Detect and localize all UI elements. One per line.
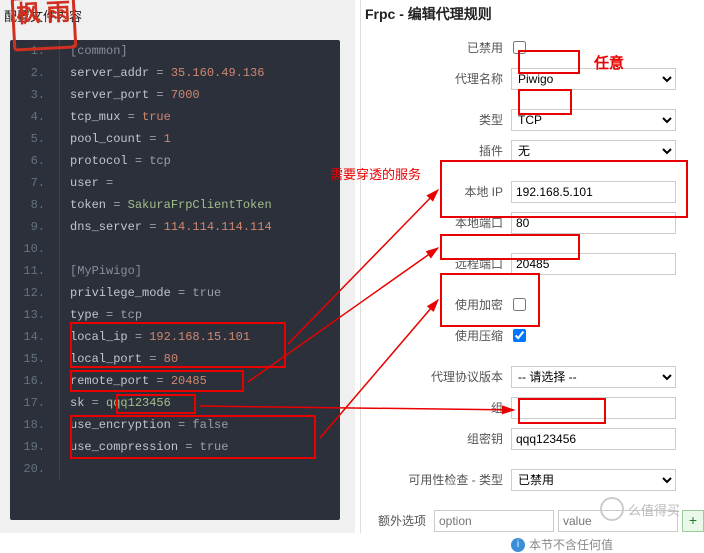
extra-opts-label: 额外选项	[361, 512, 434, 529]
editor-title: 配置文件内容	[0, 0, 355, 35]
code-line: 17.sk = qqq123456	[10, 392, 340, 414]
form-panel: Frpc - 编辑代理规则 已禁用 代理名称 Piwigo 类型 TCP 插件 …	[360, 0, 704, 533]
code-editor-panel: 配置文件内容 1.[common]2.server_addr = 35.160.…	[0, 0, 355, 533]
local-ip-label: 本地 IP	[361, 183, 511, 200]
extra-opt-key-input[interactable]	[434, 510, 554, 532]
code-line: 15.local_port = 80	[10, 348, 340, 370]
use-compression-label: 使用压缩	[361, 327, 511, 344]
info-icon: i	[511, 538, 525, 552]
remote-port-label: 远程端口	[361, 255, 511, 272]
extra-opt-val-input[interactable]	[558, 510, 678, 532]
group-key-label: 组密钥	[361, 430, 511, 447]
code-line: 7.user =	[10, 172, 340, 194]
code-line: 6.protocol = tcp	[10, 150, 340, 172]
proxy-name-select[interactable]: Piwigo	[511, 68, 676, 90]
disabled-label: 已禁用	[361, 39, 511, 56]
code-line: 20.	[10, 458, 340, 480]
code-line: 19.use_compression = true	[10, 436, 340, 458]
local-port-input[interactable]	[511, 212, 676, 234]
code-line: 16.remote_port = 20485	[10, 370, 340, 392]
code-line: 12.privilege_mode = true	[10, 282, 340, 304]
group-key-input[interactable]	[511, 428, 676, 450]
plugin-select[interactable]: 无	[511, 140, 676, 162]
code-line: 8.token = SakuraFrpClientToken	[10, 194, 340, 216]
extra-opt-add-button[interactable]: +	[682, 510, 704, 532]
local-ip-input[interactable]	[511, 181, 676, 203]
type-label: 类型	[361, 111, 511, 128]
health-check-label: 可用性检查 - 类型	[361, 471, 511, 488]
code-line: 10.	[10, 238, 340, 260]
empty-list-note: i 本节不含任何值	[511, 536, 704, 553]
disabled-checkbox[interactable]	[513, 41, 526, 54]
code-line: 13.type = tcp	[10, 304, 340, 326]
health-check-select[interactable]: 已禁用	[511, 469, 676, 491]
remote-port-input[interactable]	[511, 253, 676, 275]
code-line: 3.server_port = 7000	[10, 84, 340, 106]
use-encryption-label: 使用加密	[361, 296, 511, 313]
use-compression-checkbox[interactable]	[513, 329, 526, 342]
type-select[interactable]: TCP	[511, 109, 676, 131]
code-line: 5.pool_count = 1	[10, 128, 340, 150]
code-line: 1.[common]	[10, 40, 340, 62]
use-encryption-checkbox[interactable]	[513, 298, 526, 311]
plugin-label: 插件	[361, 142, 511, 159]
code-line: 18.use_encryption = false	[10, 414, 340, 436]
group-label: 组	[361, 399, 511, 416]
code-editor[interactable]: 1.[common]2.server_addr = 35.160.49.1363…	[10, 40, 340, 520]
code-line: 4.tcp_mux = true	[10, 106, 340, 128]
proxy-protocol-select[interactable]: -- 请选择 --	[511, 366, 676, 388]
code-line: 2.server_addr = 35.160.49.136	[10, 62, 340, 84]
proxy-name-label: 代理名称	[361, 70, 511, 87]
local-port-label: 本地端口	[361, 214, 511, 231]
form-title: Frpc - 编辑代理规则	[361, 0, 704, 32]
proxy-protocol-label: 代理协议版本	[361, 368, 511, 385]
code-line: 11.[MyPiwigo]	[10, 260, 340, 282]
code-line: 9.dns_server = 114.114.114.114	[10, 216, 340, 238]
code-line: 14.local_ip = 192.168.15.101	[10, 326, 340, 348]
group-input[interactable]	[511, 397, 676, 419]
